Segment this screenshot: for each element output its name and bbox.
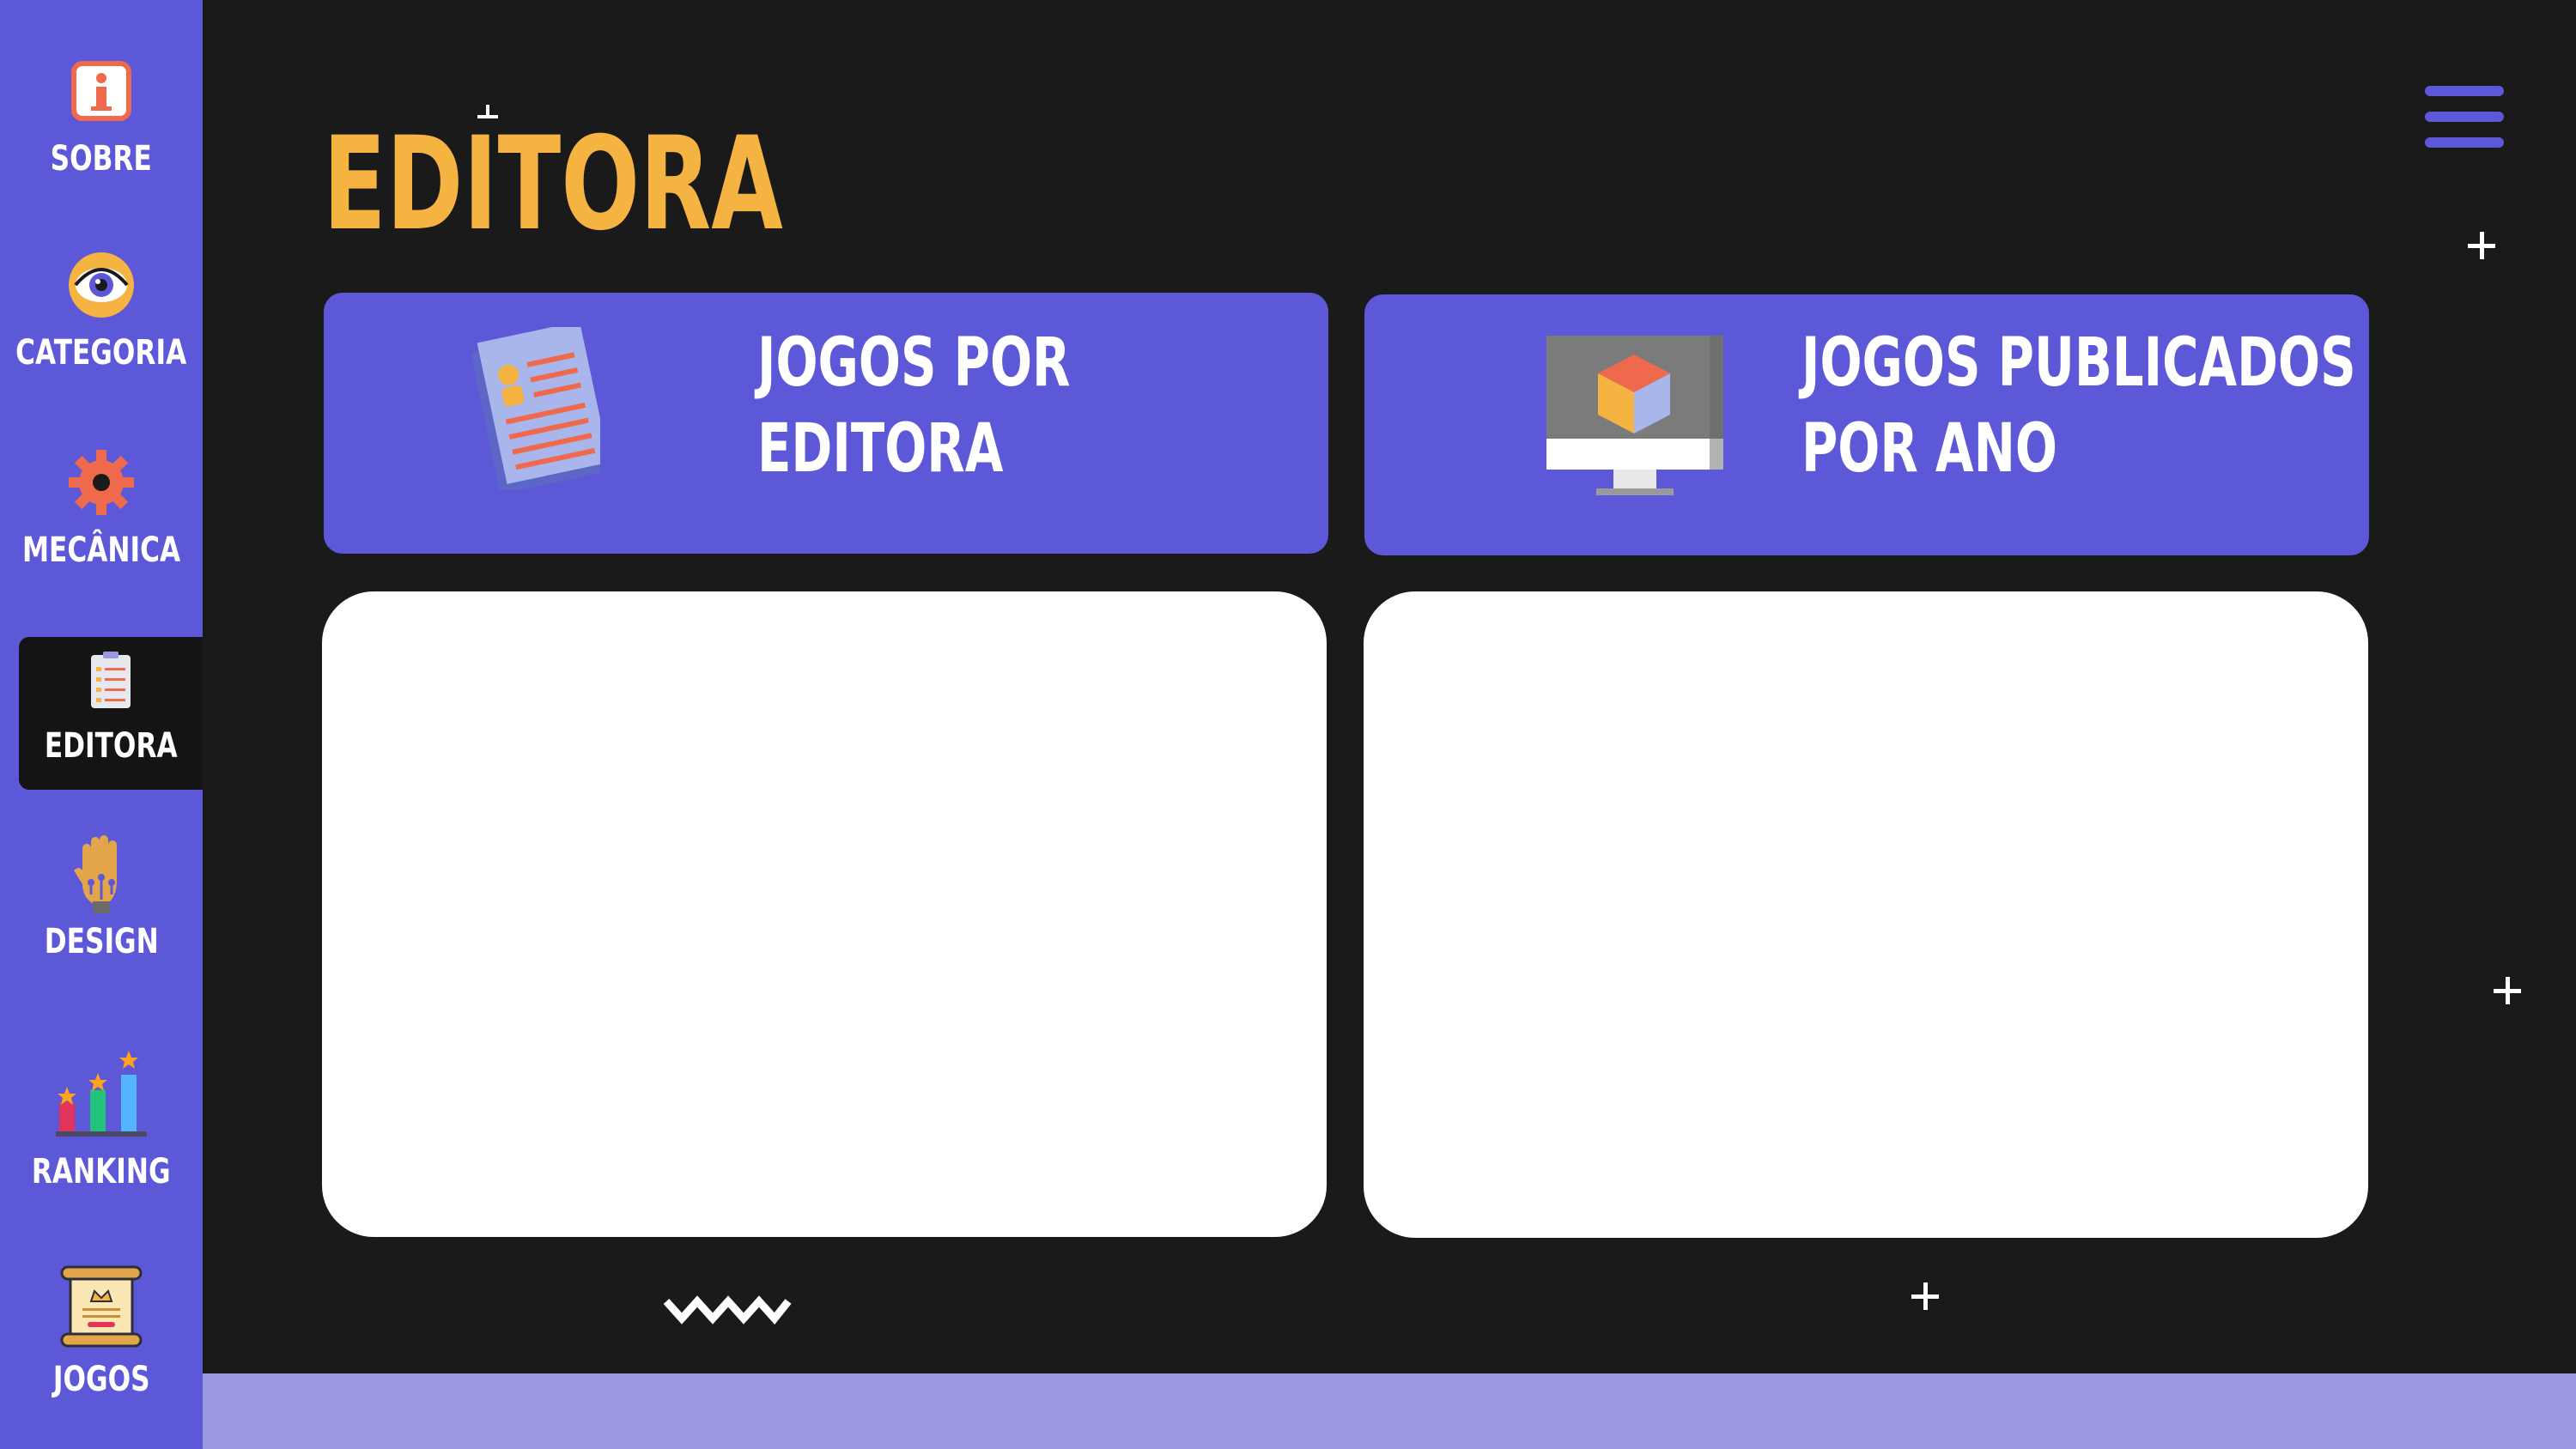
decorative-zigzag-icon — [663, 1295, 792, 1325]
decorative-plus-icon — [2494, 977, 2521, 1004]
sidebar-item-jogos[interactable]: JOGOS — [0, 1265, 203, 1437]
chart-panel-ano — [1364, 591, 2368, 1238]
sidebar-item-design[interactable]: DESIGN — [0, 835, 203, 1009]
card-title-line1: JOGOS PUBLICADOS — [1801, 324, 2356, 402]
sidebar-item-label: EDITORA — [44, 726, 178, 766]
sidebar-item-label: JOGOS — [52, 1360, 150, 1399]
hamburger-menu-icon[interactable] — [2425, 82, 2504, 151]
sidebar-item-label: MECÂNICA — [21, 530, 181, 570]
card-jogos-publicados-por-ano[interactable]: JOGOS PUBLICADOS POR ANO — [1364, 294, 2369, 555]
decorative-plus-icon — [2468, 232, 2495, 259]
decorative-plus-icon — [1911, 1282, 1939, 1310]
sidebar: SOBRE CATEGORIA MECÂNICA EDITORA DESIGN … — [0, 0, 203, 1449]
sidebar-item-editora[interactable]: EDITORA — [19, 637, 203, 790]
card-title-line1: JOGOS POR — [757, 324, 1071, 402]
sidebar-item-label: SOBRE — [50, 139, 153, 179]
sidebar-item-ranking[interactable]: RANKING — [0, 1049, 203, 1221]
sidebar-item-sobre[interactable]: SOBRE — [0, 55, 203, 227]
card-jogos-por-editora[interactable]: JOGOS POR EDITORA — [324, 293, 1328, 554]
document-icon — [470, 321, 610, 494]
eye-icon — [65, 249, 137, 321]
card-title-line2: POR ANO — [1801, 410, 2057, 488]
footer-bar — [203, 1373, 2576, 1449]
monitor-cube-icon — [1546, 336, 1727, 499]
card-title-line2: EDITORA — [757, 410, 1004, 488]
sidebar-item-label: RANKING — [32, 1152, 171, 1191]
sidebar-item-categoria[interactable]: CATEGORIA — [0, 249, 203, 421]
clipboard-icon — [85, 649, 137, 711]
page-title: EDITORA — [323, 110, 783, 259]
hand-circuit-icon — [65, 835, 137, 913]
sidebar-item-label: CATEGORIA — [15, 333, 187, 373]
gear-icon — [65, 446, 137, 518]
sidebar-item-mecanica[interactable]: MECÂNICA — [0, 446, 203, 618]
info-icon — [65, 55, 137, 127]
scroll-icon — [58, 1265, 144, 1348]
chart-panel-editora — [322, 591, 1327, 1237]
ranking-chart-icon — [54, 1049, 149, 1140]
sidebar-item-label: DESIGN — [44, 922, 159, 961]
